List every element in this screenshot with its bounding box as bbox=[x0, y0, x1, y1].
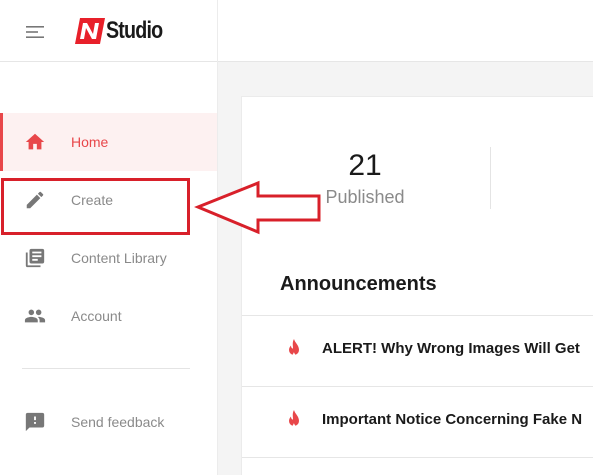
sidebar-item-account[interactable]: Account bbox=[0, 287, 217, 345]
sidebar-item-label: Account bbox=[71, 308, 122, 324]
sidebar-item-label: Create bbox=[71, 192, 114, 208]
top-bar-brand-area: Studio bbox=[0, 0, 218, 62]
dashboard-card: 21 Published Announcements ALERT! Why Wr… bbox=[241, 96, 593, 475]
app-window: Studio Home Create Content Library Accou… bbox=[0, 0, 593, 475]
announcements-title: Announcements bbox=[280, 273, 437, 295]
published-count: 21 bbox=[348, 149, 382, 182]
top-bar: Studio bbox=[0, 0, 593, 62]
announcement-item[interactable]: Important Notice Concerning Fake N bbox=[242, 387, 593, 457]
sidebar-item-label: Content Library bbox=[71, 250, 167, 266]
n-logo-icon bbox=[75, 18, 105, 44]
sidebar-item-create[interactable]: Create bbox=[0, 171, 217, 229]
sidebar: Home Create Content Library Account Send… bbox=[0, 62, 218, 475]
people-icon bbox=[24, 309, 46, 323]
sidebar-item-content-library[interactable]: Content Library bbox=[0, 229, 217, 287]
announcement-text: ALERT! Why Wrong Images Will Get bbox=[322, 340, 580, 357]
studio-logo[interactable]: Studio bbox=[74, 16, 175, 46]
sidebar-item-home[interactable]: Home bbox=[0, 113, 217, 171]
stat-divider bbox=[490, 147, 491, 209]
logo-text: Studio bbox=[106, 17, 163, 44]
sidebar-item-label: Home bbox=[71, 134, 109, 150]
sidebar-item-label: Send feedback bbox=[71, 414, 165, 430]
announcement-text: Important Notice Concerning Fake N bbox=[322, 411, 583, 428]
home-icon bbox=[25, 133, 45, 150]
library-icon bbox=[25, 248, 45, 268]
feedback-icon bbox=[25, 412, 45, 432]
announcement-divider bbox=[242, 457, 593, 458]
sidebar-divider bbox=[22, 368, 190, 369]
pencil-icon bbox=[26, 191, 44, 209]
sidebar-item-send-feedback[interactable]: Send feedback bbox=[0, 393, 217, 451]
announcement-item[interactable]: ALERT! Why Wrong Images Will Get bbox=[242, 316, 593, 386]
flame-icon bbox=[289, 339, 299, 357]
hamburger-menu-icon[interactable] bbox=[24, 24, 46, 40]
flame-icon bbox=[289, 410, 299, 428]
published-stat: 21 Published bbox=[310, 149, 420, 208]
published-label: Published bbox=[325, 187, 405, 207]
